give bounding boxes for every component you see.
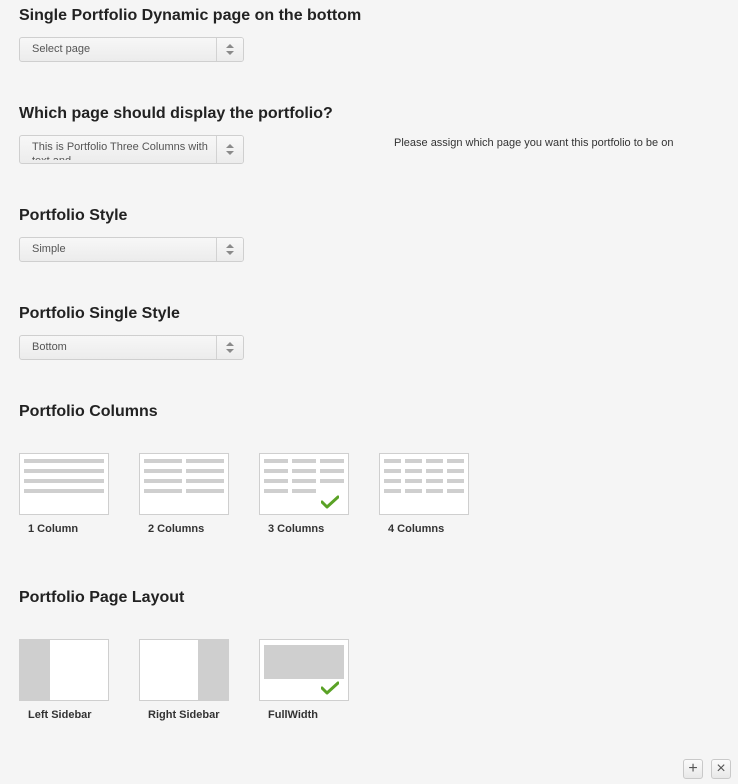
checkmark-icon — [321, 681, 339, 695]
display-page-help-text: Please assign which page you want this p… — [394, 137, 674, 149]
one-column-thumbnail-icon — [19, 453, 109, 515]
checkmark-icon — [321, 495, 339, 509]
two-columns-thumbnail-icon — [139, 453, 229, 515]
select-arrows-icon — [216, 238, 243, 261]
portfolio-options-panel: Single Portfolio Dynamic page on the bot… — [0, 0, 738, 784]
add-button[interactable]: + — [683, 759, 703, 779]
column-option-label: 3 Columns — [268, 523, 325, 535]
layout-option-label: FullWidth — [268, 709, 318, 721]
column-option-4[interactable]: 4 Columns — [379, 453, 469, 535]
select-arrows-icon — [216, 38, 243, 61]
close-icon: × — [716, 760, 726, 777]
layout-option-right-sidebar[interactable]: Right Sidebar — [139, 639, 229, 721]
portfolio-columns-title: Portfolio Columns — [19, 403, 158, 420]
column-option-label: 2 Columns — [148, 523, 205, 535]
single-style-select-value: Bottom — [32, 341, 67, 353]
layout-option-left-sidebar[interactable]: Left Sidebar — [19, 639, 109, 721]
layout-option-fullwidth[interactable]: FullWidth — [259, 639, 349, 721]
portfolio-style-select[interactable]: Simple — [19, 237, 244, 262]
display-page-select-value: This is Portfolio Three Columns with tex… — [32, 141, 208, 160]
column-option-2[interactable]: 2 Columns — [139, 453, 229, 535]
column-option-label: 1 Column — [28, 523, 79, 535]
column-option-3[interactable]: 3 Columns — [259, 453, 349, 535]
portfolio-style-title: Portfolio Style — [19, 207, 128, 224]
dynamic-page-select-value: Select page — [32, 43, 91, 55]
display-page-select[interactable]: This is Portfolio Three Columns with tex… — [19, 135, 244, 164]
layout-option-label: Right Sidebar — [148, 709, 220, 721]
layout-option-label: Left Sidebar — [28, 709, 92, 721]
right-sidebar-thumbnail-icon — [139, 639, 229, 701]
display-page-title: Which page should display the portfolio? — [19, 105, 333, 122]
column-option-1[interactable]: 1 Column — [19, 453, 109, 535]
four-columns-thumbnail-icon — [379, 453, 469, 515]
select-arrows-icon — [216, 336, 243, 359]
column-option-label: 4 Columns — [388, 523, 445, 535]
remove-button[interactable]: × — [711, 759, 731, 779]
left-sidebar-thumbnail-icon — [19, 639, 109, 701]
dynamic-page-select[interactable]: Select page — [19, 37, 244, 62]
single-style-select[interactable]: Bottom — [19, 335, 244, 360]
dynamic-page-title: Single Portfolio Dynamic page on the bot… — [19, 7, 362, 24]
plus-icon: + — [688, 760, 698, 777]
portfolio-style-select-value: Simple — [32, 243, 66, 255]
page-layout-title: Portfolio Page Layout — [19, 589, 185, 606]
single-style-title: Portfolio Single Style — [19, 305, 180, 322]
select-arrows-icon — [216, 136, 243, 163]
